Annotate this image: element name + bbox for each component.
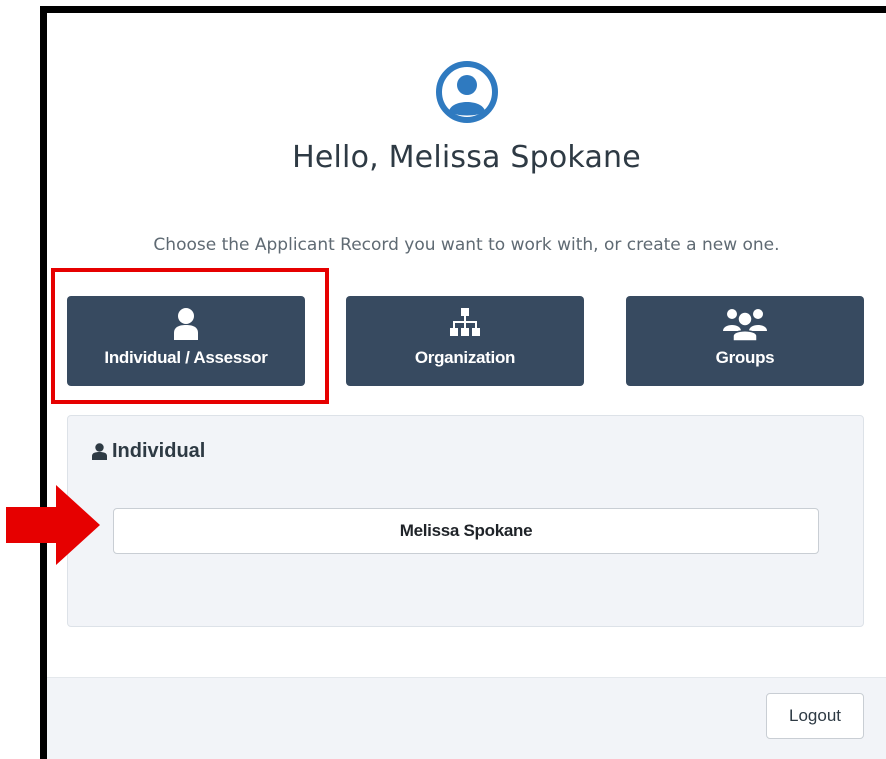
instructions-text: Choose the Applicant Record you want to … [153,235,780,255]
groups-label: Groups [715,348,775,367]
applicant-record-dialog: Hello, Melissa Spokane Choose the Applic… [40,6,886,759]
user-circle-icon [436,61,498,123]
organization-label: Organization [414,348,516,367]
user-icon [92,443,107,460]
panel-title: Individual [92,440,205,463]
logout-button[interactable]: Logout [766,693,864,739]
greeting-title: Hello, Melissa Spokane [292,140,641,175]
sitemap-icon [450,308,480,336]
record-item-button[interactable]: Melissa Spokane [113,508,819,554]
panel-title-label: Individual [112,440,206,462]
individual-records-panel: Individual Melissa Spokane [67,415,864,627]
groups-button[interactable]: Groups [626,296,864,386]
organization-button[interactable]: Organization [346,296,584,386]
highlight-annotation-box [51,268,329,404]
users-icon [723,309,767,341]
dialog-footer: Logout [47,677,886,759]
arrow-right-annotation-icon [6,485,100,565]
